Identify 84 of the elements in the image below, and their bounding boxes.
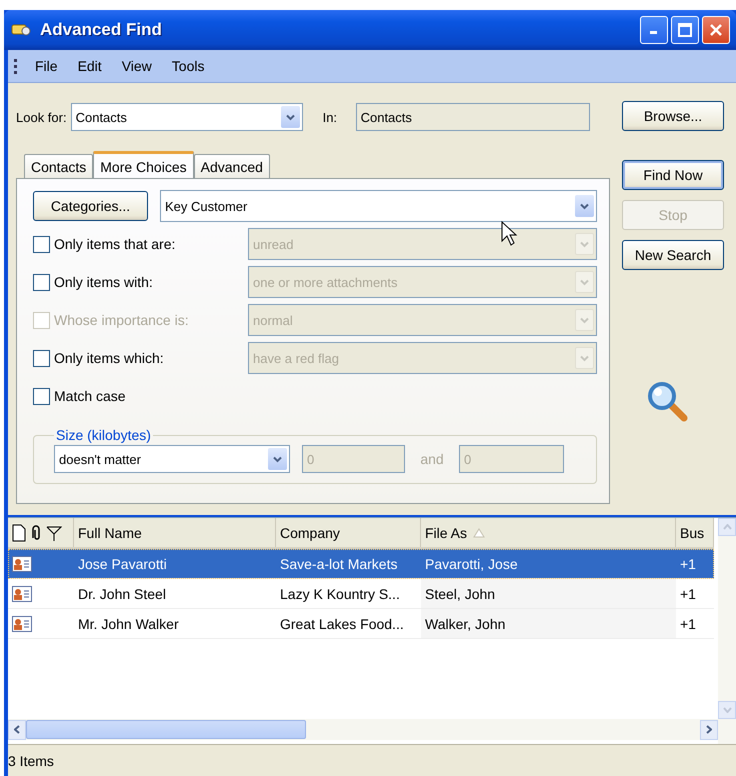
chevron-icon: [14, 725, 20, 734]
tab[interactable]: Advanced: [194, 154, 270, 178]
table-cell-text: Pavarotti, Jose: [424, 554, 519, 574]
column-header[interactable]: Company: [276, 518, 421, 547]
column-title: Company: [280, 524, 341, 540]
chevron-icon: [580, 354, 589, 362]
and-label: and: [419, 451, 445, 467]
menu-item[interactable]: Edit: [70, 56, 110, 76]
cursor-icon: [501, 221, 519, 247]
close-icon: [709, 23, 723, 37]
table-cell-text: Great Lakes Food...: [279, 614, 405, 634]
look-for-label: Look for:: [16, 110, 67, 124]
contact-card-icon: [12, 586, 32, 602]
window-title: Advanced Find: [40, 20, 163, 40]
categories-dropdown[interactable]: Key Customer: [160, 190, 597, 222]
table-row[interactable]: Jose Pavarotti Save-a-lot Markets Pavarotti, Jose +1: [8, 549, 714, 579]
column-header[interactable]: Full Name: [74, 518, 276, 547]
contact-card-icon: [12, 556, 32, 572]
table-cell-text: Mr. John Walker: [77, 614, 180, 634]
chevron-icon: [722, 524, 732, 530]
document-icon: [12, 524, 26, 542]
dropdown-button[interactable]: [280, 106, 300, 128]
flag-icon: [46, 524, 62, 542]
close-button[interactable]: [702, 16, 730, 44]
column-header[interactable]: File As: [421, 518, 676, 547]
chevron-icon: [580, 202, 589, 210]
chevron-icon: [286, 114, 295, 120]
in-label: In:: [322, 110, 338, 124]
chevron-icon: [580, 316, 589, 324]
status-text: 3 Items: [8, 752, 55, 768]
chevron-icon: [580, 240, 589, 248]
menu-item[interactable]: View: [114, 56, 160, 76]
in-field[interactable]: Contacts: [356, 103, 590, 131]
checkbox[interactable]: [33, 388, 50, 404]
table-row[interactable]: Dr. John Steel Lazy K Kountry S... Steel, John +1: [8, 579, 714, 609]
maximize-icon: [678, 23, 692, 37]
chevron-icon: [706, 725, 712, 734]
checkbox[interactable]: [33, 350, 50, 366]
dropdown-button[interactable]: [268, 448, 287, 470]
maximize-button[interactable]: [671, 16, 699, 44]
checkbox-label: Whose importance is:: [54, 312, 190, 328]
table-cell-text: Dr. John Steel: [77, 584, 167, 604]
checkbox[interactable]: [33, 236, 50, 252]
column-title: Full Name: [78, 524, 143, 540]
paperclip-icon: [30, 524, 42, 542]
chevron-icon: [273, 456, 282, 462]
table-cell: Walker, John: [421, 609, 676, 638]
tab[interactable]: Contacts: [24, 154, 94, 178]
table-cell-text: Save-a-lot Markets: [279, 554, 398, 574]
chevron-icon: [722, 707, 732, 713]
scroll-right-button[interactable]: [700, 720, 718, 740]
size-dropdown[interactable]: doesn't matter: [54, 445, 290, 473]
checkbox-label: Only items that are:: [54, 236, 176, 252]
table-cell-text: +1: [679, 614, 697, 634]
table-cell-text: Lazy K Kountry S...: [279, 584, 401, 604]
table-row[interactable]: Mr. John Walker Great Lakes Food... Walker, John +1: [8, 609, 714, 639]
table-cell-text: +1: [679, 554, 697, 574]
table-cell-text: +1: [679, 584, 697, 604]
browse-button[interactable]: Browse...: [622, 101, 724, 131]
new-search-button[interactable]: New Search: [622, 240, 724, 270]
dropdown-button[interactable]: [575, 195, 594, 217]
chevron-icon: [580, 278, 589, 286]
contact-card-icon: [12, 616, 32, 632]
column-header[interactable]: Bus: [676, 518, 714, 547]
search-icon: [646, 380, 690, 424]
scroll-left-button[interactable]: [8, 720, 26, 740]
menu-item[interactable]: File: [27, 56, 66, 76]
menu-item[interactable]: Tools: [164, 56, 212, 76]
column-title: File As: [425, 524, 468, 540]
column-title: Bus: [680, 524, 706, 540]
tab[interactable]: More Choices: [93, 151, 194, 179]
checkbox[interactable]: [33, 274, 50, 290]
group-title: Size (kilobytes): [55, 427, 152, 443]
checkbox-label: Match case: [54, 388, 127, 404]
minimize-button[interactable]: [640, 16, 668, 44]
checkbox-label: Only items with:: [54, 274, 154, 290]
table-cell: Steel, John: [421, 579, 676, 608]
scrollbar-thumb[interactable]: [26, 720, 306, 739]
categories-button[interactable]: Categories...: [33, 191, 148, 221]
find-now-button[interactable]: Find Now: [622, 160, 724, 190]
look-for-dropdown[interactable]: Contacts: [70, 103, 303, 131]
table-cell-text: Jose Pavarotti: [77, 554, 168, 574]
grip-icon: [14, 58, 17, 74]
checkbox-label: Only items which:: [54, 350, 165, 366]
